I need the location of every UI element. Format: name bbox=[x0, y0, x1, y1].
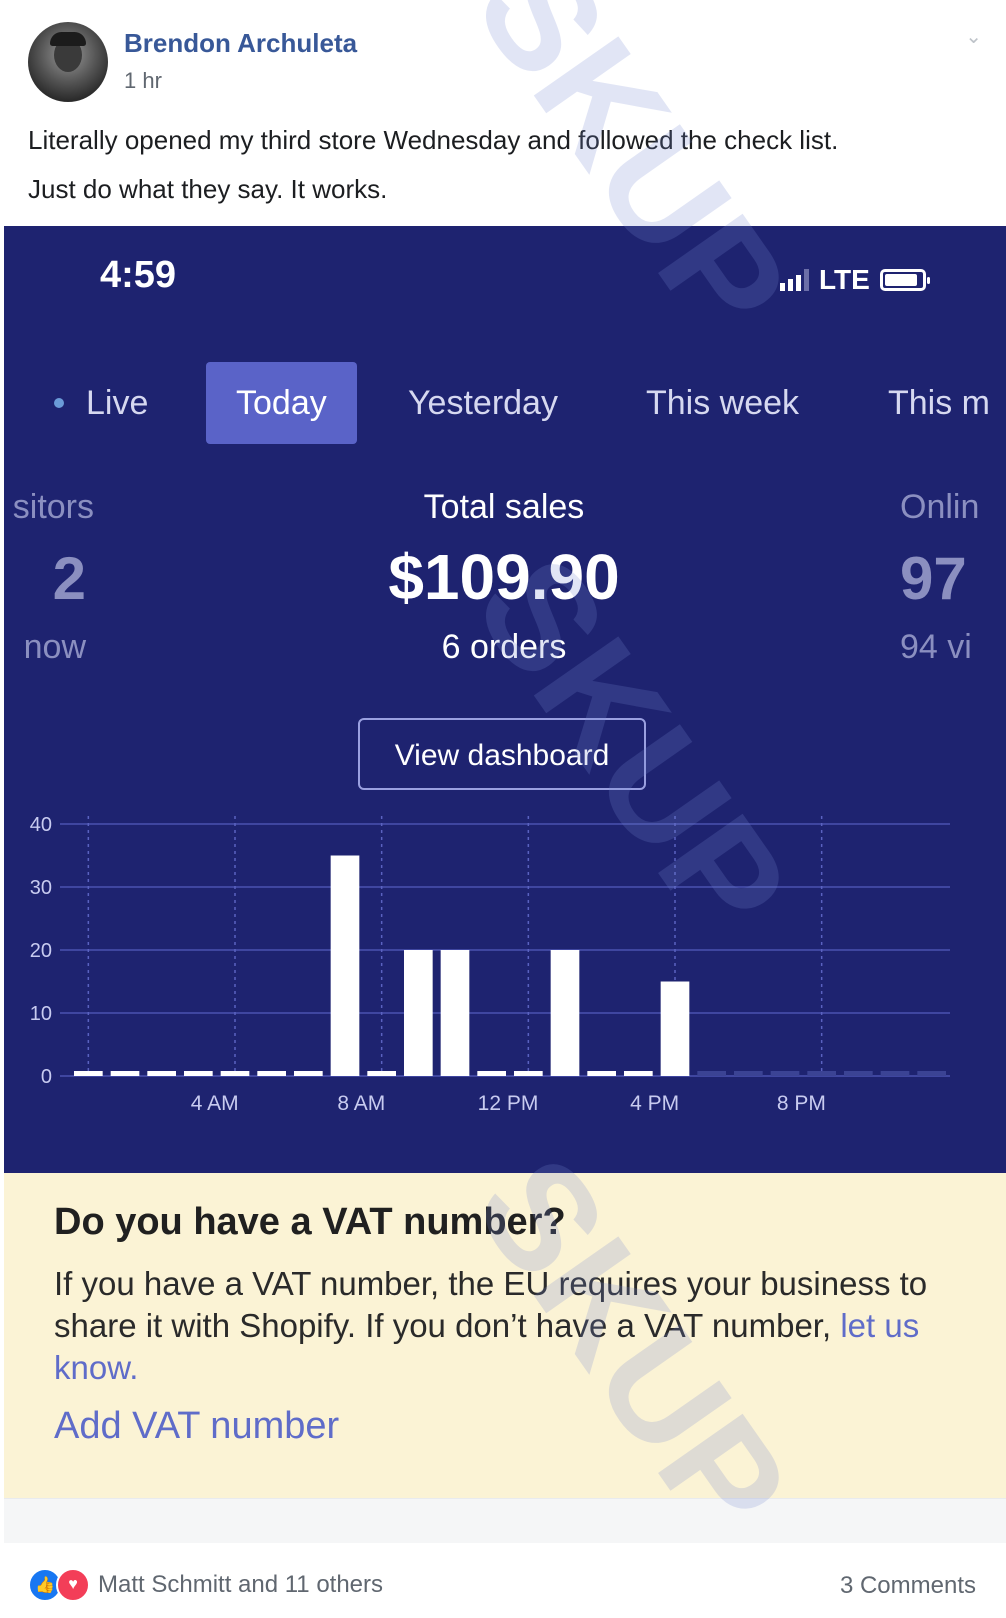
date-tabs: Live Today Yesterday This week This m bbox=[4, 362, 1006, 444]
x-tick-label: 12 PM bbox=[478, 1092, 539, 1115]
y-tick-label: 0 bbox=[41, 1066, 52, 1088]
y-tick-label: 20 bbox=[30, 940, 52, 962]
phone-clock: 4:59 bbox=[100, 254, 177, 296]
bar bbox=[184, 1071, 213, 1076]
vat-body-text: If you have a VAT number, the EU require… bbox=[54, 1265, 928, 1344]
bar bbox=[770, 1071, 800, 1076]
visitors-sub: now bbox=[23, 628, 86, 666]
x-tick-label: 8 PM bbox=[777, 1092, 826, 1115]
phone-status-bar: LTE bbox=[780, 264, 930, 296]
tab-this-month[interactable]: This m bbox=[888, 362, 990, 444]
y-tick-label: 40 bbox=[30, 814, 52, 836]
signal-icon bbox=[780, 269, 809, 291]
live-dot-icon bbox=[54, 398, 64, 408]
bar bbox=[330, 855, 360, 1076]
tab-this-week[interactable]: This week bbox=[646, 362, 799, 444]
online-label: Onlin bbox=[900, 488, 980, 526]
message-line-2: Just do what they say. It works. bbox=[28, 174, 388, 204]
visitors-value: 2 bbox=[52, 545, 86, 612]
tab-live[interactable]: Live bbox=[86, 362, 148, 444]
bar bbox=[880, 1071, 910, 1076]
sales-bar-chart: 0 10 20 30 40 4 AM 8 AM 12 PM 4 PM 8 PM bbox=[30, 814, 950, 1115]
online-sub: 94 vi bbox=[900, 628, 972, 666]
bar bbox=[660, 981, 690, 1076]
network-label: LTE bbox=[819, 264, 870, 295]
bar bbox=[257, 1071, 286, 1076]
bar bbox=[294, 1071, 323, 1076]
bar bbox=[404, 950, 433, 1076]
bar bbox=[514, 1071, 543, 1076]
vat-body: If you have a VAT number, the EU require… bbox=[54, 1263, 934, 1389]
bar bbox=[550, 950, 580, 1076]
y-tick-label: 10 bbox=[30, 1003, 52, 1025]
y-tick-label: 30 bbox=[30, 877, 52, 899]
bar bbox=[734, 1071, 763, 1076]
online-value: 97 bbox=[900, 545, 967, 612]
bar bbox=[917, 1071, 946, 1076]
avatar-cap bbox=[50, 32, 86, 46]
chevron-down-icon[interactable]: ⌄ bbox=[965, 24, 982, 49]
post-header: Brendon Archuleta 1 hr ⌄ Literally opene… bbox=[4, 0, 1006, 225]
comments-count[interactable]: 3 Comments bbox=[840, 1572, 976, 1600]
vat-title: Do you have a VAT number? bbox=[54, 1201, 566, 1243]
bar bbox=[477, 1071, 506, 1076]
x-tick-label: 4 PM bbox=[630, 1092, 679, 1115]
x-tick-label: 4 AM bbox=[191, 1092, 239, 1115]
total-sales-label: Total sales bbox=[423, 488, 585, 526]
bar bbox=[367, 1071, 396, 1076]
facebook-post: Brendon Archuleta 1 hr ⌄ Literally opene… bbox=[4, 0, 1006, 1618]
tab-today[interactable]: Today bbox=[206, 362, 357, 444]
message-line-1: Literally opened my third store Wednesda… bbox=[28, 125, 839, 155]
view-dashboard-button[interactable]: View dashboard bbox=[358, 718, 646, 790]
bar bbox=[440, 950, 470, 1076]
bar bbox=[587, 1071, 616, 1076]
bar bbox=[807, 1071, 836, 1076]
total-sales-value: $109.90 bbox=[388, 541, 620, 613]
bar bbox=[74, 1071, 103, 1076]
bar bbox=[220, 1071, 250, 1076]
visitors-label: sitors bbox=[12, 488, 94, 526]
heart-icon: ♥ bbox=[56, 1568, 90, 1602]
bar bbox=[697, 1071, 726, 1076]
vat-notice: Do you have a VAT number? If you have a … bbox=[4, 1173, 1006, 1498]
bar bbox=[624, 1071, 653, 1076]
x-tick-label: 8 AM bbox=[337, 1092, 385, 1115]
battery-icon bbox=[879, 269, 930, 291]
author-name[interactable]: Brendon Archuleta bbox=[124, 28, 357, 59]
shopify-screenshot[interactable]: 4:59 LTE Live Today Yesterday This week … bbox=[4, 226, 1006, 1173]
orders-count: 6 orders bbox=[441, 628, 567, 666]
add-vat-number-link[interactable]: Add VAT number bbox=[54, 1405, 339, 1448]
author-avatar[interactable] bbox=[28, 22, 108, 102]
bar bbox=[110, 1071, 140, 1076]
tab-yesterday[interactable]: Yesterday bbox=[408, 362, 558, 444]
post-message: Literally opened my third store Wednesda… bbox=[28, 116, 968, 214]
bar bbox=[844, 1071, 873, 1076]
reactions-summary[interactable]: 👍 ♥ Matt Schmitt and 11 others bbox=[28, 1568, 383, 1602]
footer-divider bbox=[4, 1498, 1006, 1543]
reactions-text[interactable]: Matt Schmitt and 11 others bbox=[98, 1571, 383, 1599]
post-time[interactable]: 1 hr bbox=[124, 68, 162, 94]
bar bbox=[147, 1071, 176, 1076]
